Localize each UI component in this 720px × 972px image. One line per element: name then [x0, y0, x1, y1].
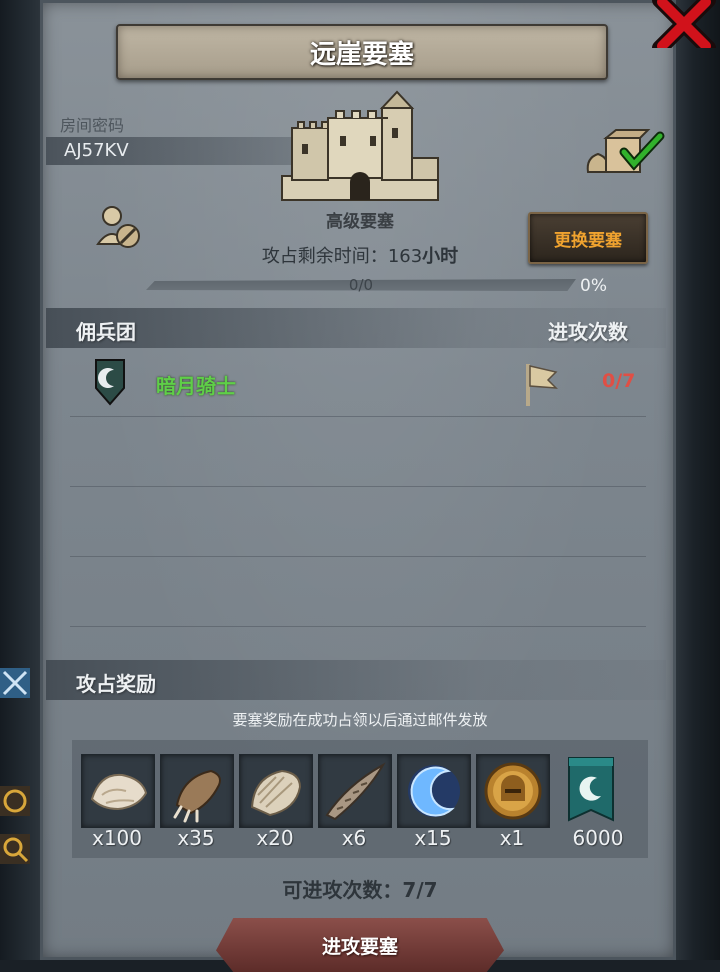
- capture-progress-text: 0/0: [348, 276, 374, 294]
- attack-count-header: 进攻次数: [548, 320, 628, 344]
- reward-qty: x1: [499, 826, 525, 850]
- remaining-attacks: 可进攻次数：7/7: [0, 874, 720, 903]
- reward-qty: x100: [91, 826, 142, 850]
- change-fortress-label: 更换要塞: [554, 230, 622, 251]
- reward-slot-scale[interactable]: [239, 754, 313, 828]
- mercenary-name: 暗月骑士: [156, 374, 236, 398]
- row-divider: [70, 556, 646, 557]
- row-divider: [70, 486, 646, 487]
- room-code-value: AJ57KV: [64, 140, 129, 161]
- attack-flag-icon: [526, 364, 558, 406]
- reward-qty: x20: [256, 826, 294, 850]
- reward-slot-crescent[interactable]: [397, 754, 471, 828]
- attack-fortress-button[interactable]: 进攻要塞: [216, 918, 504, 972]
- reward-slot-horn[interactable]: [318, 754, 392, 828]
- remaining-attacks-label: 可进攻次数：: [282, 878, 403, 902]
- castle-icon: [281, 90, 439, 201]
- rewards-section-title: 攻占奖励: [76, 672, 156, 696]
- mercenary-attack-count: 0/7: [602, 370, 636, 392]
- no-user-icon[interactable]: [96, 204, 144, 250]
- mercenary-section-title: 佣兵团: [76, 320, 136, 344]
- reward-qty: x35: [177, 826, 215, 850]
- reward-qty: 6000: [572, 826, 624, 850]
- rewards-note: 要塞奖励在成功占领以后通过邮件发放: [232, 711, 488, 729]
- timer-value: 163: [387, 246, 423, 267]
- dark-moon-crescent-icon: [408, 765, 460, 817]
- horn-icon: [325, 762, 386, 821]
- reward-slot-banner[interactable]: [555, 754, 627, 826]
- guild-banner-icon: [568, 757, 614, 822]
- close-icon[interactable]: [648, 0, 720, 48]
- capture-progress-percent: 0%: [580, 276, 607, 296]
- supply-crate-check-icon[interactable]: [584, 128, 666, 180]
- scale-shell-icon: [250, 769, 302, 817]
- beast-claw-icon: [173, 769, 221, 823]
- window-title: 远崖要塞: [309, 39, 414, 70]
- room-code-label: 房间密码: [60, 116, 125, 135]
- crossed-swords-icon[interactable]: [0, 668, 30, 698]
- moon-shield-icon: [95, 359, 125, 406]
- reward-slot-claw[interactable]: [160, 754, 234, 828]
- knight-helmet-coin-icon: [484, 762, 542, 820]
- left-side-strip: [0, 0, 40, 960]
- reward-qty: x15: [414, 826, 452, 850]
- timer-label: 攻占剩余时间：: [261, 246, 388, 267]
- magnifier-icon[interactable]: [0, 834, 30, 864]
- right-side-strip: [676, 0, 720, 960]
- timer-unit: 小时: [422, 246, 459, 267]
- reward-qty: x6: [341, 826, 367, 850]
- reward-slot-helmet-coin[interactable]: [476, 754, 550, 828]
- reward-slot-fur[interactable]: [81, 754, 155, 828]
- remaining-attacks-value: 7/7: [402, 878, 438, 902]
- row-divider: [70, 416, 646, 417]
- fur-pelt-icon: [90, 773, 148, 811]
- row-divider: [70, 626, 646, 627]
- attack-fortress-label: 进攻要塞: [321, 936, 398, 958]
- title-banner: 远崖要塞: [116, 24, 608, 80]
- change-fortress-button[interactable]: 更换要塞: [528, 212, 648, 264]
- target-icon[interactable]: [0, 786, 30, 816]
